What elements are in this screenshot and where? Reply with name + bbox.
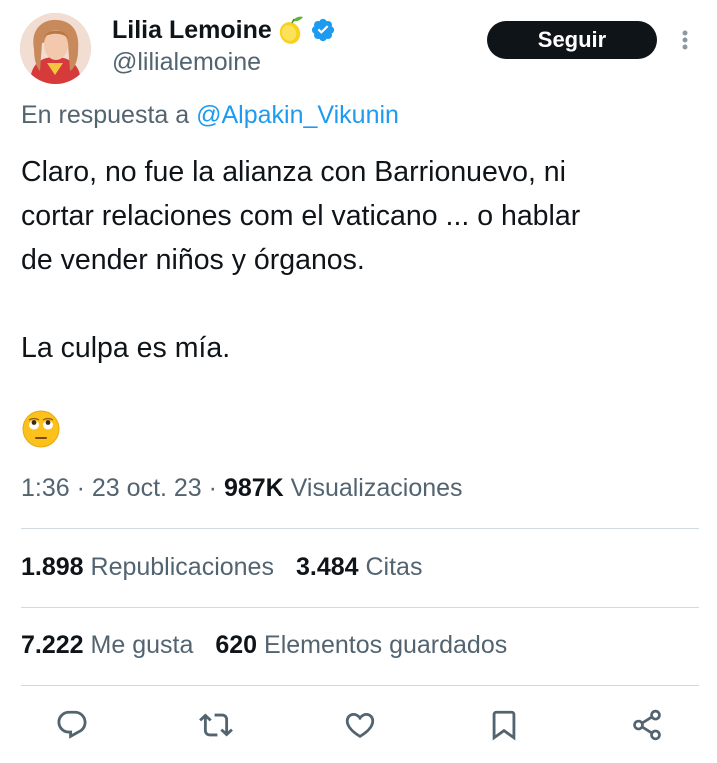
quotes-label: Citas: [365, 553, 423, 581]
engagement-row-1: 1.898 Republicaciones 3.484 Citas: [21, 553, 444, 582]
quotes-stat[interactable]: 3.484 Citas: [296, 553, 422, 582]
divider: [21, 528, 699, 529]
bookmarks-label: Elementos guardados: [264, 631, 508, 659]
eye-roll-emoji-icon: [21, 409, 61, 449]
tweet-actions-bar: [0, 705, 717, 753]
tweet-meta: 1:36 · 23 oct. 23 · 987K Visualizaciones: [21, 474, 463, 502]
bookmarks-count: 620: [215, 631, 258, 659]
tweet-line: Claro, no fue la alianza con Barrionuevo…: [21, 156, 566, 188]
bookmark-icon[interactable]: [484, 705, 524, 745]
tweet-date[interactable]: 23 oct. 23: [92, 474, 202, 502]
author-name-row: Lilia Lemoine: [112, 13, 336, 47]
reply-handle-link[interactable]: @Alpakin_Vikunin: [196, 101, 399, 129]
reply-icon[interactable]: [52, 705, 92, 745]
tweet-line: cortar relaciones com el vaticano ... o …: [21, 200, 581, 232]
tweet-time[interactable]: 1:36: [21, 474, 70, 502]
retweets-stat[interactable]: 1.898 Republicaciones: [21, 553, 274, 582]
retweets-label: Republicaciones: [90, 553, 274, 581]
tweet-line: La culpa es mía.: [21, 332, 231, 364]
likes-count: 7.222: [21, 631, 84, 659]
author-handle[interactable]: @lilialemoine: [112, 48, 261, 77]
likes-label: Me gusta: [90, 631, 194, 659]
avatar[interactable]: [20, 13, 91, 84]
views-count: 987K: [223, 474, 284, 502]
follow-button[interactable]: Seguir: [487, 21, 657, 59]
author-display-name[interactable]: Lilia Lemoine: [112, 16, 272, 45]
divider: [21, 685, 699, 686]
retweet-icon[interactable]: [196, 705, 236, 745]
views-label: Visualizaciones: [290, 474, 463, 502]
engagement-row-2: 7.222 Me gusta 620 Elementos guardados: [21, 631, 529, 660]
tweet-line: de vender niños y órganos.: [21, 244, 365, 276]
likes-stat[interactable]: 7.222 Me gusta: [21, 631, 193, 660]
like-heart-icon[interactable]: [340, 705, 380, 745]
bookmarks-stat[interactable]: 620 Elementos guardados: [215, 631, 507, 660]
verified-badge-icon: [310, 17, 336, 43]
reply-context: En respuesta a @Alpakin_Vikunin: [21, 101, 399, 130]
share-icon[interactable]: [627, 705, 667, 745]
retweets-count: 1.898: [21, 553, 84, 581]
divider: [21, 607, 699, 608]
more-options-icon[interactable]: [675, 25, 695, 55]
tweet-header: Lilia Lemoine @lilialemoine Seguir: [0, 0, 717, 100]
reply-prefix: En respuesta a: [21, 101, 190, 129]
tweet-text: Claro, no fue la alianza con Barrionuevo…: [21, 150, 701, 370]
lemon-icon: [278, 15, 304, 45]
quotes-count: 3.484: [295, 553, 359, 581]
